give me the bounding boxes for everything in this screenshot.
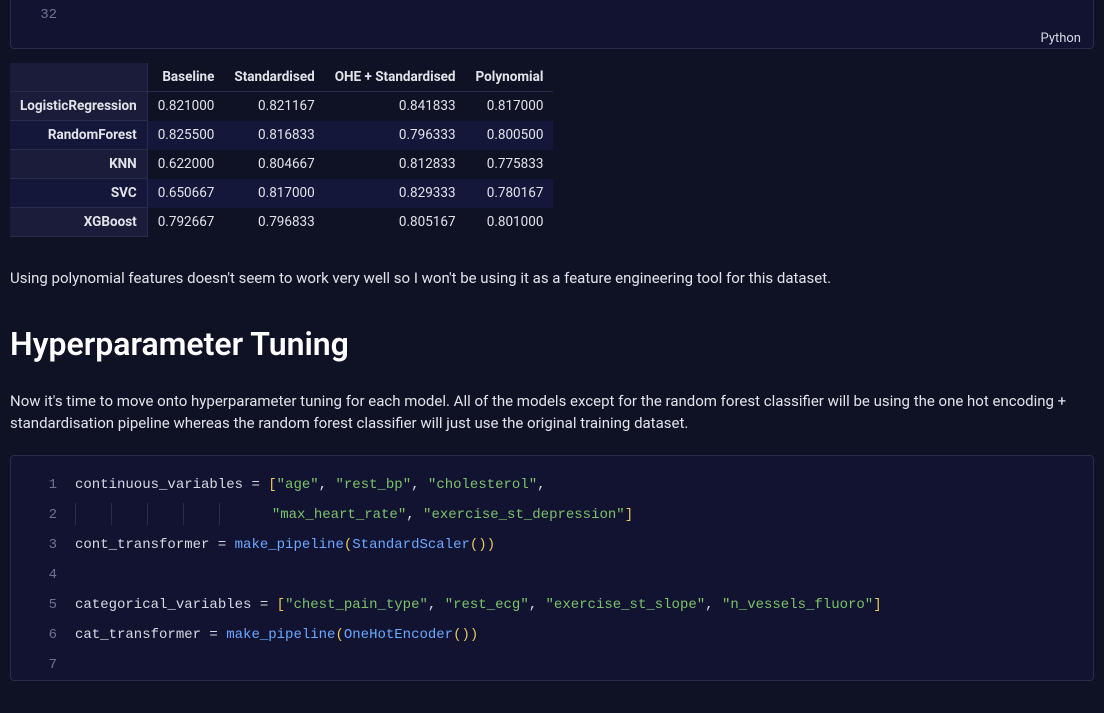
code-line: 4 [11, 560, 1093, 590]
table-cell: 0.775833 [466, 150, 554, 179]
table-cell: 0.841833 [325, 92, 466, 121]
code-content: continuous_variables = ["age", "rest_bp"… [75, 470, 546, 500]
table-cell: 0.805167 [325, 208, 466, 237]
table-cell: 0.817000 [466, 92, 554, 121]
code-line: 6cat_transformer = make_pipeline(OneHotE… [11, 620, 1093, 650]
table-row: XGBoost0.7926670.7968330.8051670.801000 [10, 208, 553, 237]
line-number: 4 [11, 560, 75, 590]
table-row: RandomForest0.8255000.8168330.7963330.80… [10, 121, 553, 150]
results-table: BaselineStandardisedOHE + StandardisedPo… [10, 63, 553, 237]
line-number: 7 [11, 650, 75, 680]
line-number: 3 [11, 530, 75, 560]
code-line: 5categorical_variables = ["chest_pain_ty… [11, 590, 1093, 620]
column-header: Polynomial [466, 63, 554, 92]
line-number: 2 [11, 500, 75, 530]
code-content: "max_heart_rate", "exercise_st_depressio… [75, 500, 633, 530]
markdown-paragraph: Using polynomial features doesn't seem t… [10, 267, 1094, 290]
section-heading: Hyperparameter Tuning [10, 320, 1094, 368]
code-line: 7 [11, 650, 1093, 680]
row-index: RandomForest [10, 121, 147, 150]
code-content: cat_transformer = make_pipeline(OneHotEn… [75, 620, 478, 650]
table-header-row: BaselineStandardisedOHE + StandardisedPo… [10, 63, 553, 92]
table-cell: 0.650667 [147, 179, 224, 208]
table-cell: 0.780167 [466, 179, 554, 208]
column-header: Baseline [147, 63, 224, 92]
table-cell: 0.622000 [147, 150, 224, 179]
table-cell: 0.796833 [224, 208, 324, 237]
line-number: 5 [11, 590, 75, 620]
code-content: categorical_variables = ["chest_pain_typ… [75, 590, 882, 620]
table-cell: 0.792667 [147, 208, 224, 237]
table-row: KNN0.6220000.8046670.8128330.775833 [10, 150, 553, 179]
code-lines-bottom: 1continuous_variables = ["age", "rest_bp… [11, 470, 1093, 680]
table-cell: 0.796333 [325, 121, 466, 150]
code-line: 3cont_transformer = make_pipeline(Standa… [11, 530, 1093, 560]
table-row: SVC0.6506670.8170000.8293330.780167 [10, 179, 553, 208]
code-cell-top[interactable]: 32 Python [10, 0, 1094, 49]
code-lines-top: 32 [11, 0, 1093, 30]
table-cell: 0.800500 [466, 121, 554, 150]
row-index: KNN [10, 150, 147, 179]
cell-language-label: Python [1041, 31, 1081, 46]
line-number: 6 [11, 620, 75, 650]
table-row: LogisticRegression0.8210000.8211670.8418… [10, 92, 553, 121]
code-line: 32 [11, 0, 1093, 30]
code-content: cont_transformer = make_pipeline(Standar… [75, 530, 495, 560]
table-cell: 0.804667 [224, 150, 324, 179]
line-number: 32 [11, 0, 75, 30]
column-header: OHE + Standardised [325, 63, 466, 92]
table-cell: 0.801000 [466, 208, 554, 237]
code-line: 2 "max_heart_rate", "exercise_st_depress… [11, 500, 1093, 530]
line-number: 1 [11, 470, 75, 500]
row-index: SVC [10, 179, 147, 208]
table-cell: 0.817000 [224, 179, 324, 208]
code-line: 1continuous_variables = ["age", "rest_bp… [11, 470, 1093, 500]
row-index: XGBoost [10, 208, 147, 237]
table-cell: 0.821167 [224, 92, 324, 121]
column-header: Standardised [224, 63, 324, 92]
table-cell: 0.816833 [224, 121, 324, 150]
dataframe-output: BaselineStandardisedOHE + StandardisedPo… [10, 63, 1104, 237]
table-cell: 0.812833 [325, 150, 466, 179]
row-index: LogisticRegression [10, 92, 147, 121]
table-cell: 0.825500 [147, 121, 224, 150]
table-cell: 0.821000 [147, 92, 224, 121]
table-cell: 0.829333 [325, 179, 466, 208]
table-corner-cell [10, 63, 147, 92]
code-cell-bottom[interactable]: 1continuous_variables = ["age", "rest_bp… [10, 455, 1094, 681]
markdown-cell: Using polynomial features doesn't seem t… [10, 267, 1094, 435]
markdown-paragraph: Now it's time to move onto hyperparamete… [10, 390, 1094, 435]
